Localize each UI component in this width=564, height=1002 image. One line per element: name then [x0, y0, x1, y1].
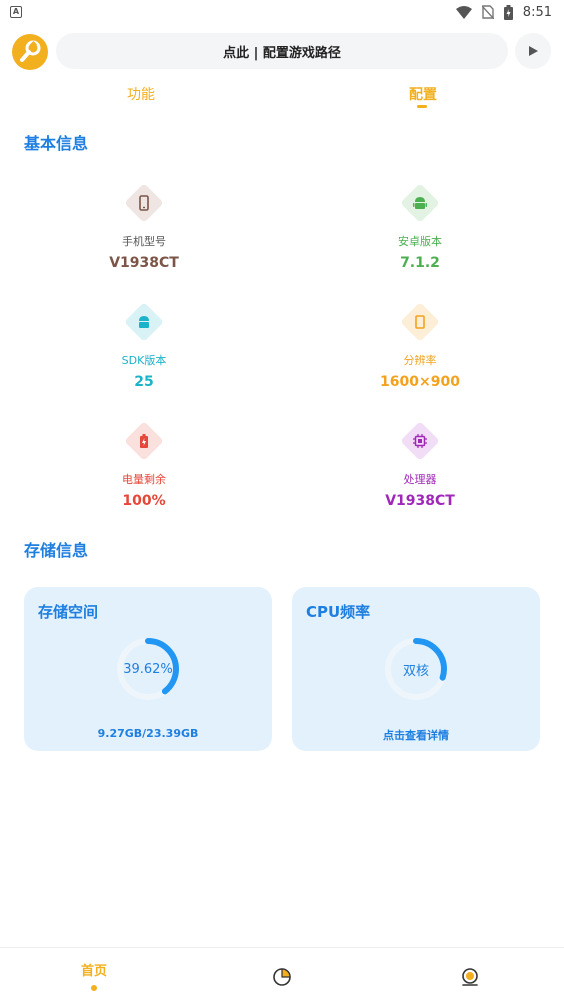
- top-bar: 点此 | 配置游戏路径: [0, 30, 564, 74]
- android-icon: [413, 197, 427, 209]
- info-value: 100%: [122, 493, 166, 509]
- info-item-processor: 处理器 V1938CT: [300, 421, 540, 509]
- nav-profile[interactable]: [459, 966, 481, 988]
- tab-function[interactable]: 功能: [127, 84, 155, 104]
- info-label: 手机型号: [122, 235, 166, 248]
- screen-icon: [415, 315, 425, 329]
- nav-home-label: 首页: [80, 964, 107, 979]
- battery-icon: [140, 434, 148, 448]
- info-item-phone-model: 手机型号 V1938CT: [24, 183, 264, 271]
- cpu-card-title: CPU频率: [306, 603, 371, 621]
- storage-percent: 39.62%: [123, 661, 173, 677]
- info-value: 25: [134, 374, 154, 390]
- profile-icon: [462, 968, 478, 986]
- play-button[interactable]: [515, 33, 551, 69]
- cpu-core-text: 双核: [402, 663, 429, 679]
- pie-chart-icon: [273, 968, 291, 986]
- info-item-resolution: 分辨率 1600×900: [300, 302, 540, 390]
- basic-info-title: 基本信息: [24, 134, 89, 153]
- phone-icon: [139, 195, 149, 211]
- info-label: 处理器: [403, 473, 437, 486]
- storage-card-title: 存储空间: [38, 603, 99, 621]
- storage-info-title: 存储信息: [24, 541, 89, 560]
- storage-usage-text: 9.27GB/23.39GB: [97, 727, 199, 740]
- info-value: V1938CT: [109, 255, 179, 271]
- play-icon: [529, 46, 538, 56]
- battery-status-icon: [503, 4, 513, 20]
- app-logo[interactable]: [12, 34, 48, 70]
- info-value: 1600×900: [380, 374, 460, 390]
- cpu-frequency-card[interactable]: CPU频率 双核 点击查看详情: [292, 587, 540, 751]
- storage-progress-ring: 39.62%: [116, 637, 180, 701]
- status-bar: A 8:51: [0, 0, 564, 24]
- chip-icon: [413, 434, 427, 448]
- info-value: V1938CT: [385, 493, 455, 509]
- info-label: 安卓版本: [398, 235, 442, 248]
- info-label: SDK版本: [121, 354, 167, 367]
- storage-space-card[interactable]: 存储空间 39.62% 9.27GB/23.39GB: [24, 587, 272, 751]
- wrench-icon: [20, 40, 41, 62]
- wifi-icon: [455, 5, 472, 19]
- info-label: 电量剩余: [122, 473, 166, 486]
- cpu-progress-ring: 双核: [384, 637, 448, 701]
- tab-indicator: [417, 105, 427, 108]
- info-item-android-version: 安卓版本 7.1.2: [300, 183, 540, 271]
- nav-active-dot: [91, 985, 97, 991]
- bottom-nav: 首页: [0, 947, 564, 1002]
- no-sim-icon: [481, 5, 494, 19]
- nav-stats[interactable]: [271, 966, 293, 988]
- notification-a-icon: A: [10, 6, 22, 18]
- tab-bar: 功能 配置: [0, 78, 564, 112]
- cpu-details-link[interactable]: 点击查看详情: [292, 727, 540, 743]
- tab-config[interactable]: 配置: [409, 84, 437, 104]
- info-label: 分辨率: [403, 354, 437, 367]
- clock-time: 8:51: [522, 4, 552, 20]
- nav-home[interactable]: 首页: [80, 960, 108, 991]
- info-value: 7.1.2: [400, 255, 440, 271]
- sdk-icon: [139, 316, 149, 328]
- info-item-battery: 电量剩余 100%: [24, 421, 264, 509]
- info-item-sdk-version: SDK版本 25: [24, 302, 264, 390]
- game-path-config-button[interactable]: 点此 | 配置游戏路径: [56, 33, 508, 69]
